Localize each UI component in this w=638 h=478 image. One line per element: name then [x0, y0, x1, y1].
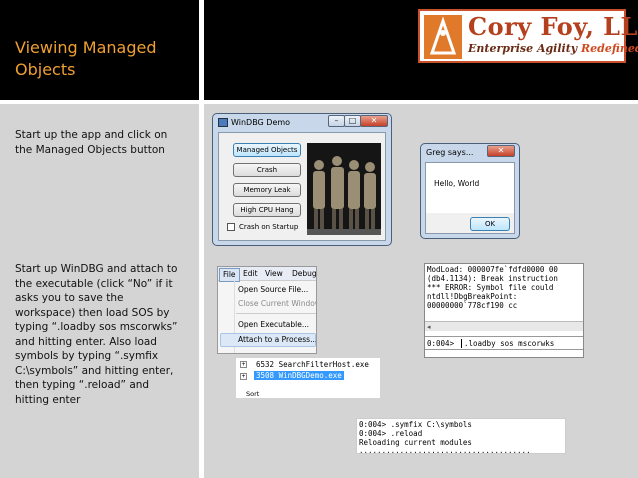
console-line: *** ERROR: Symbol file could: [427, 283, 554, 292]
menu-view[interactable]: View: [262, 268, 286, 280]
process-row[interactable]: 6532 SearchFilterHost.exe: [256, 360, 369, 369]
vertical-divider: [199, 0, 204, 478]
horizontal-divider: [0, 100, 638, 104]
demo-window: WinDBG Demo – □ ✕ Managed Objects Crash …: [212, 113, 392, 246]
console-line: 00000000`778cf190 cc: [427, 301, 518, 310]
logo-tagline: Enterprise Agility Redefined: [468, 42, 638, 55]
command-prompt: 0:004>: [427, 339, 455, 348]
crash-on-startup-checkbox[interactable]: [227, 223, 235, 231]
step1-text: Start up the app and click on the Manage…: [15, 129, 168, 156]
menubar: File Edit View Debug: [218, 267, 316, 282]
expand-icon[interactable]: +: [240, 361, 247, 368]
reload-console: 0:004> .symfix C:\symbols 0:004> .reload…: [356, 418, 566, 454]
high-cpu-hang-button[interactable]: High CPU Hang: [233, 203, 301, 217]
message-box-client: Hello, World OK: [425, 162, 515, 234]
managed-objects-button[interactable]: Managed Objects: [233, 143, 301, 157]
windbg-file-menu: File Edit View Debug Open Source File...…: [217, 266, 317, 354]
menu-item-open-executable[interactable]: Open Executable...: [238, 318, 309, 331]
console-line: ModLoad: 000007fe`fdfd0000 00: [427, 265, 558, 274]
windbg-output-console: ModLoad: 000007fe`fdfd0000 00 (db4.1134)…: [424, 263, 584, 358]
console-line: 0:004> .reload: [359, 429, 423, 438]
console-line: 0:004> .symfix C:\symbols: [359, 420, 472, 429]
close-button[interactable]: ✕: [360, 115, 388, 127]
ok-button[interactable]: OK: [470, 217, 510, 231]
slide-title: Viewing Managed Objects: [15, 38, 157, 79]
process-row-selected[interactable]: 3508 WinDBGDemo.exe: [254, 371, 344, 380]
message-text: Hello, World: [434, 179, 480, 188]
ghostbusters-photo: [307, 143, 381, 235]
crash-on-startup-label: Crash on Startup: [239, 223, 299, 231]
menu-item-attach-to-process[interactable]: Attach to a Process...: [238, 333, 316, 346]
menu-separator: [236, 313, 316, 314]
step2-text: Start up WinDBG and attach to the execut…: [15, 263, 178, 406]
process-list: + 6532 SearchFilterHost.exe + 3508 WinDB…: [236, 358, 380, 398]
memory-leak-button[interactable]: Memory Leak: [233, 183, 301, 197]
message-box: Greg says... ✕ Hello, World OK: [420, 143, 520, 239]
minimize-button[interactable]: –: [328, 115, 345, 127]
menu-file[interactable]: File: [219, 268, 240, 282]
scroll-left-icon[interactable]: ◂: [427, 322, 431, 332]
message-box-title: Greg says...: [426, 148, 474, 157]
command-input[interactable]: .loadby sos mscorwks: [461, 339, 554, 348]
console-line: ntdll!DbgBreakPoint:: [427, 292, 518, 301]
message-box-close-button[interactable]: ✕: [487, 145, 515, 157]
logo-name: Cory Foy, LLC: [468, 12, 638, 41]
menu-item-close-current-window[interactable]: Close Current Window: [238, 297, 316, 310]
horizontal-scrollbar[interactable]: ◂: [425, 321, 583, 331]
console-line: ......................................: [359, 446, 531, 454]
logo-mark-icon: [424, 15, 462, 59]
company-logo: Cory Foy, LLC Enterprise Agility Redefin…: [418, 9, 638, 63]
menu-edit[interactable]: Edit: [240, 268, 261, 280]
sort-label: Sort: [246, 390, 260, 398]
crash-button[interactable]: Crash: [233, 163, 301, 177]
expand-icon[interactable]: +: [240, 373, 247, 380]
maximize-button[interactable]: □: [344, 115, 361, 127]
demo-window-title: WinDBG Demo: [231, 118, 291, 127]
menu-debug[interactable]: Debug: [289, 268, 316, 280]
command-bar: 0:004> .loadby sos mscorwks: [425, 336, 583, 350]
app-icon: [218, 118, 228, 127]
console-line: (db4.1134): Break instruction: [427, 274, 558, 283]
menu-item-open-source-file[interactable]: Open Source File...: [238, 283, 308, 296]
demo-window-client: Managed Objects Crash Memory Leak High C…: [218, 132, 386, 241]
